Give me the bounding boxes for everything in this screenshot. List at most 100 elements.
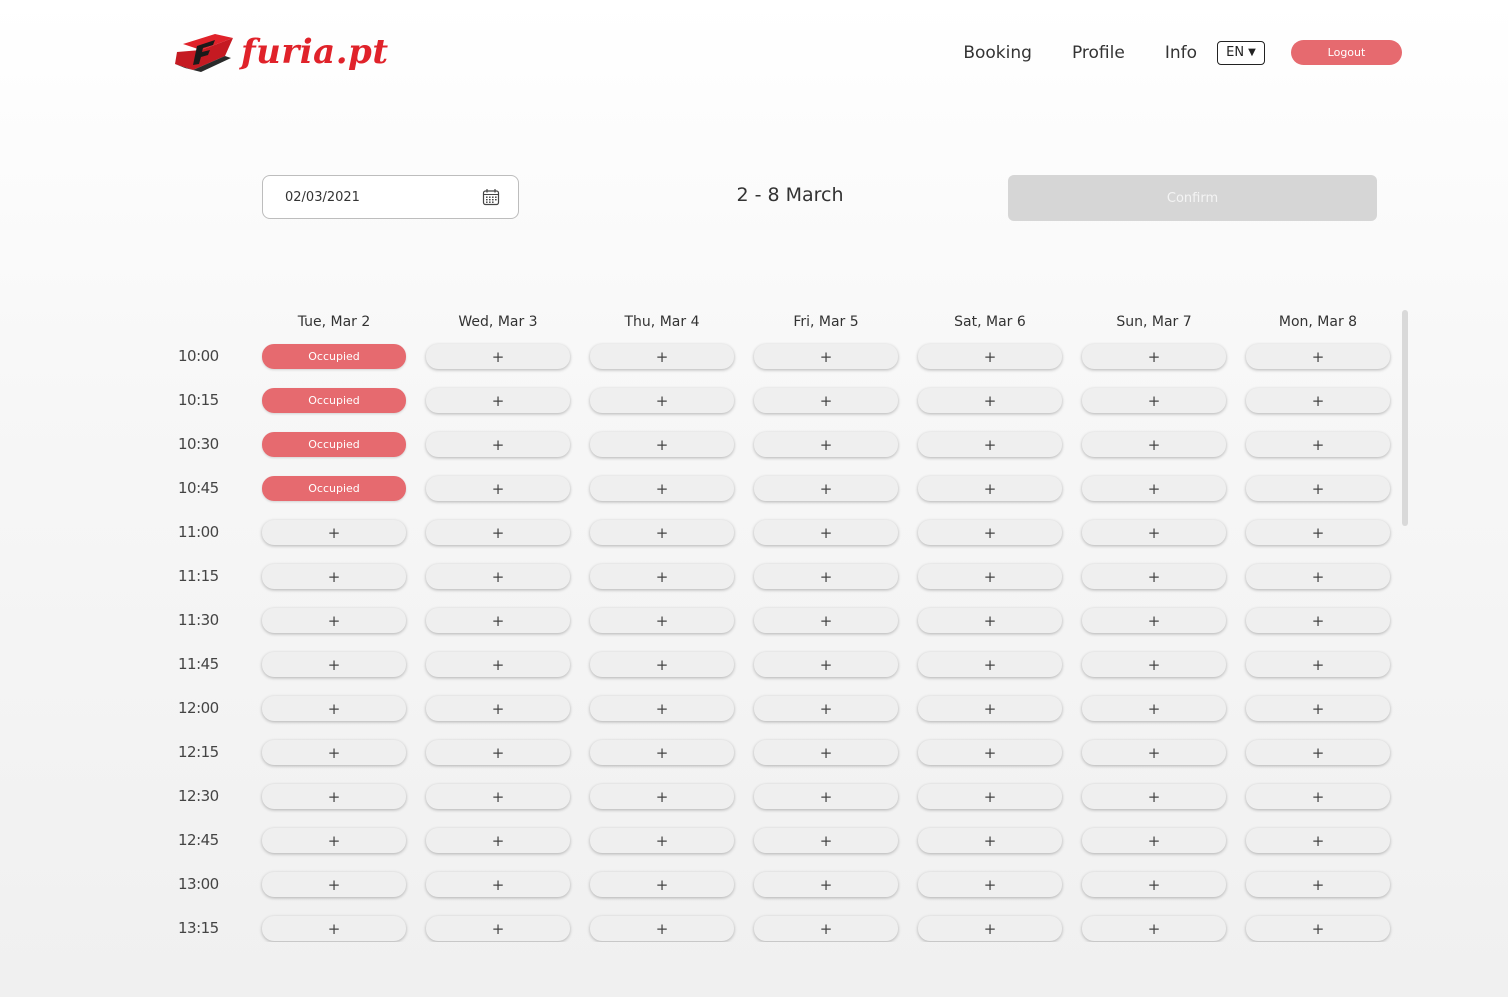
add-slot-button[interactable]: +	[590, 388, 734, 413]
add-slot-button[interactable]: +	[426, 520, 570, 545]
add-slot-button[interactable]: +	[918, 916, 1062, 941]
add-slot-button[interactable]: +	[754, 916, 898, 941]
add-slot-button[interactable]: +	[1246, 388, 1390, 413]
scrollbar-thumb[interactable]	[1402, 310, 1408, 526]
add-slot-button[interactable]: +	[918, 740, 1062, 765]
add-slot-button[interactable]: +	[426, 872, 570, 897]
add-slot-button[interactable]: +	[590, 740, 734, 765]
add-slot-button[interactable]: +	[754, 476, 898, 501]
add-slot-button[interactable]: +	[590, 872, 734, 897]
add-slot-button[interactable]: +	[918, 652, 1062, 677]
add-slot-button[interactable]: +	[426, 652, 570, 677]
add-slot-button[interactable]: +	[590, 608, 734, 633]
add-slot-button[interactable]: +	[1082, 916, 1226, 941]
add-slot-button[interactable]: +	[918, 608, 1062, 633]
add-slot-button[interactable]: +	[1246, 740, 1390, 765]
add-slot-button[interactable]: +	[1246, 872, 1390, 897]
add-slot-button[interactable]: +	[1246, 916, 1390, 941]
add-slot-button[interactable]: +	[262, 564, 406, 589]
add-slot-button[interactable]: +	[262, 740, 406, 765]
add-slot-button[interactable]: +	[754, 608, 898, 633]
add-slot-button[interactable]: +	[1246, 476, 1390, 501]
add-slot-button[interactable]: +	[426, 388, 570, 413]
add-slot-button[interactable]: +	[1082, 740, 1226, 765]
add-slot-button[interactable]: +	[1082, 696, 1226, 721]
add-slot-button[interactable]: +	[426, 432, 570, 457]
add-slot-button[interactable]: +	[426, 696, 570, 721]
add-slot-button[interactable]: +	[918, 520, 1062, 545]
add-slot-button[interactable]: +	[1082, 652, 1226, 677]
add-slot-button[interactable]: +	[1246, 696, 1390, 721]
nav-booking[interactable]: Booking	[963, 43, 1032, 63]
add-slot-button[interactable]: +	[918, 564, 1062, 589]
add-slot-button[interactable]: +	[1246, 520, 1390, 545]
add-slot-button[interactable]: +	[754, 872, 898, 897]
add-slot-button[interactable]: +	[426, 828, 570, 853]
add-slot-button[interactable]: +	[590, 652, 734, 677]
add-slot-button[interactable]: +	[1082, 608, 1226, 633]
add-slot-button[interactable]: +	[754, 432, 898, 457]
add-slot-button[interactable]: +	[590, 696, 734, 721]
add-slot-button[interactable]: +	[590, 432, 734, 457]
add-slot-button[interactable]: +	[754, 740, 898, 765]
add-slot-button[interactable]: +	[754, 344, 898, 369]
add-slot-button[interactable]: +	[1082, 872, 1226, 897]
add-slot-button[interactable]: +	[1246, 564, 1390, 589]
add-slot-button[interactable]: +	[426, 916, 570, 941]
add-slot-button[interactable]: +	[918, 696, 1062, 721]
add-slot-button[interactable]: +	[754, 520, 898, 545]
calendar-icon[interactable]	[482, 188, 500, 206]
add-slot-button[interactable]: +	[1246, 344, 1390, 369]
add-slot-button[interactable]: +	[1082, 520, 1226, 545]
add-slot-button[interactable]: +	[1246, 432, 1390, 457]
add-slot-button[interactable]: +	[590, 916, 734, 941]
add-slot-button[interactable]: +	[918, 784, 1062, 809]
add-slot-button[interactable]: +	[1082, 784, 1226, 809]
add-slot-button[interactable]: +	[1082, 388, 1226, 413]
add-slot-button[interactable]: +	[590, 344, 734, 369]
add-slot-button[interactable]: +	[426, 784, 570, 809]
logo[interactable]: furia.pt	[175, 28, 389, 76]
confirm-button[interactable]: Confirm	[1008, 175, 1377, 221]
add-slot-button[interactable]: +	[754, 388, 898, 413]
add-slot-button[interactable]: +	[262, 916, 406, 941]
add-slot-button[interactable]: +	[426, 564, 570, 589]
add-slot-button[interactable]: +	[262, 872, 406, 897]
add-slot-button[interactable]: +	[590, 476, 734, 501]
add-slot-button[interactable]: +	[754, 696, 898, 721]
add-slot-button[interactable]: +	[262, 608, 406, 633]
add-slot-button[interactable]: +	[1246, 652, 1390, 677]
add-slot-button[interactable]: +	[754, 784, 898, 809]
add-slot-button[interactable]: +	[1082, 828, 1226, 853]
nav-profile[interactable]: Profile	[1072, 43, 1125, 63]
language-select[interactable]: EN ▼	[1217, 40, 1265, 65]
add-slot-button[interactable]: +	[590, 828, 734, 853]
schedule-scrollbar[interactable]	[1402, 310, 1408, 942]
add-slot-button[interactable]: +	[918, 828, 1062, 853]
add-slot-button[interactable]: +	[262, 784, 406, 809]
add-slot-button[interactable]: +	[262, 828, 406, 853]
add-slot-button[interactable]: +	[426, 476, 570, 501]
add-slot-button[interactable]: +	[1246, 784, 1390, 809]
date-input[interactable]: 02/03/2021	[262, 175, 519, 219]
add-slot-button[interactable]: +	[754, 652, 898, 677]
add-slot-button[interactable]: +	[1082, 344, 1226, 369]
add-slot-button[interactable]: +	[918, 432, 1062, 457]
add-slot-button[interactable]: +	[590, 520, 734, 545]
add-slot-button[interactable]: +	[754, 564, 898, 589]
nav-info[interactable]: Info	[1165, 43, 1197, 63]
add-slot-button[interactable]: +	[262, 652, 406, 677]
add-slot-button[interactable]: +	[590, 784, 734, 809]
logout-button[interactable]: Logout	[1291, 40, 1402, 65]
add-slot-button[interactable]: +	[918, 344, 1062, 369]
add-slot-button[interactable]: +	[754, 828, 898, 853]
add-slot-button[interactable]: +	[1082, 432, 1226, 457]
add-slot-button[interactable]: +	[1246, 608, 1390, 633]
add-slot-button[interactable]: +	[1246, 828, 1390, 853]
add-slot-button[interactable]: +	[262, 520, 406, 545]
add-slot-button[interactable]: +	[918, 872, 1062, 897]
add-slot-button[interactable]: +	[426, 608, 570, 633]
add-slot-button[interactable]: +	[262, 696, 406, 721]
add-slot-button[interactable]: +	[426, 344, 570, 369]
add-slot-button[interactable]: +	[1082, 476, 1226, 501]
